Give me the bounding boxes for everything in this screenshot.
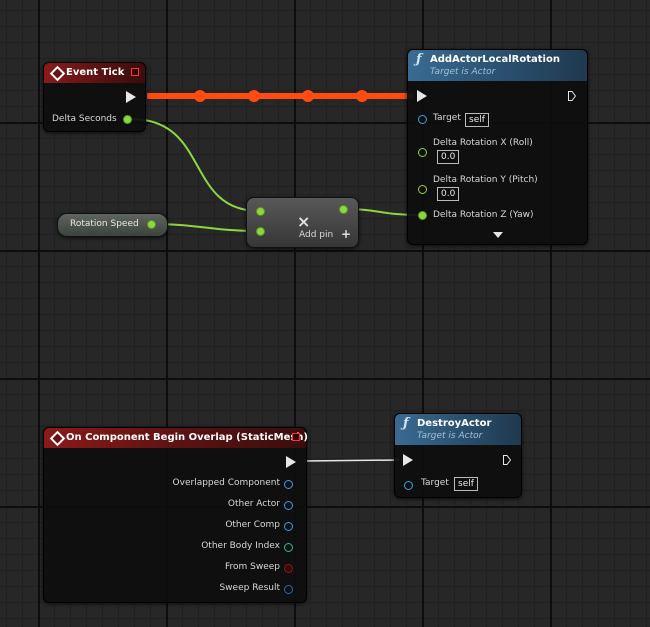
multiply-node[interactable]: × Add pin + (246, 197, 359, 248)
destroy-actor-node[interactable]: ƒ DestroyActor Target is Actor Target se… (394, 413, 522, 498)
exec-out-pin[interactable] (503, 455, 511, 465)
other-body-index-pin[interactable] (284, 543, 293, 552)
event-diamond-icon (49, 430, 66, 447)
destroy-actor-header[interactable]: ƒ DestroyActor Target is Actor (395, 414, 521, 445)
target-label: Target (421, 478, 449, 488)
add-actor-local-rotation-subtitle: Target is Actor (430, 67, 496, 77)
pitch-pin[interactable] (418, 185, 427, 194)
begin-overlap-title: On Component Begin Overlap (StaticMesh) (66, 432, 308, 443)
multiply-output-pin[interactable] (339, 205, 348, 214)
function-f-icon: ƒ (416, 52, 422, 67)
exec-wire-bubble (356, 90, 368, 102)
delegate-square-icon[interactable] (131, 68, 139, 76)
event-tick-header[interactable]: Event Tick (44, 63, 145, 83)
exec-in-pin[interactable] (403, 454, 413, 466)
target-pin[interactable] (404, 481, 413, 490)
other-actor-label: Other Actor (227, 499, 280, 509)
exec-wire-overlap-to-destroy[interactable] (304, 459, 400, 462)
rotation-speed-pin[interactable] (147, 220, 156, 229)
event-tick-title: Event Tick (66, 67, 125, 78)
from-sweep-pin[interactable] (284, 564, 293, 573)
begin-overlap-header[interactable]: On Component Begin Overlap (StaticMesh) (44, 428, 308, 448)
exec-out-pin[interactable] (568, 91, 576, 101)
multiply-symbol: × (297, 212, 311, 231)
exec-out-pin[interactable] (286, 456, 296, 468)
add-pin-label[interactable]: Add pin (299, 230, 333, 240)
yaw-label: Delta Rotation Z (Yaw) (433, 210, 534, 220)
destroy-actor-title: DestroyActor (417, 418, 492, 429)
function-f-icon: ƒ (403, 416, 409, 431)
roll-value-field[interactable]: 0.0 (437, 150, 460, 164)
other-actor-pin[interactable] (284, 501, 293, 510)
delta-seconds-label: Delta Seconds (52, 114, 117, 124)
target-self-field[interactable]: self (465, 113, 489, 127)
target-pin[interactable] (418, 115, 427, 124)
yaw-pin[interactable] (418, 211, 427, 220)
chevron-down-icon[interactable] (493, 232, 503, 239)
add-actor-local-rotation-node[interactable]: ƒ AddActorLocalRotation Target is Actor … (407, 49, 588, 245)
begin-overlap-node[interactable]: On Component Begin Overlap (StaticMesh) … (43, 427, 308, 603)
add-actor-local-rotation-title: AddActorLocalRotation (430, 54, 560, 65)
other-comp-label: Other Comp (225, 520, 280, 530)
pitch-value-field[interactable]: 0.0 (437, 187, 460, 201)
sweep-result-label: Sweep Result (219, 583, 280, 593)
exec-out-pin[interactable] (126, 91, 136, 103)
target-label: Target (433, 113, 461, 123)
other-body-index-label: Other Body Index (201, 541, 280, 551)
sweep-result-pin[interactable] (284, 585, 293, 594)
pitch-label: Delta Rotation Y (Pitch) (433, 175, 538, 185)
multiply-input-a-pin[interactable] (256, 207, 265, 216)
add-pin-plus-icon[interactable]: + (341, 227, 351, 241)
event-tick-node[interactable]: Event Tick Delta Seconds (43, 62, 146, 132)
event-diamond-icon (49, 65, 66, 82)
other-comp-pin[interactable] (284, 522, 293, 531)
multiply-input-b-pin[interactable] (256, 227, 265, 236)
overlapped-component-pin[interactable] (284, 480, 293, 489)
add-actor-local-rotation-header[interactable]: ƒ AddActorLocalRotation Target is Actor (408, 50, 587, 81)
delta-seconds-pin[interactable] (123, 115, 132, 124)
exec-wire-bubble (302, 90, 314, 102)
destroy-actor-subtitle: Target is Actor (417, 431, 483, 441)
delegate-square-icon[interactable] (292, 433, 300, 441)
float-wire-delta-to-multiply[interactable] (130, 118, 259, 212)
overlapped-component-label: Overlapped Component (172, 478, 280, 488)
from-sweep-label: From Sweep (224, 562, 280, 572)
rotation-speed-label: Rotation Speed (70, 219, 139, 229)
exec-wire-bubble (194, 90, 206, 102)
exec-in-pin[interactable] (417, 90, 427, 102)
exec-wire-bubble (248, 90, 260, 102)
target-self-field[interactable]: self (454, 477, 478, 491)
roll-label: Delta Rotation X (Roll) (433, 138, 533, 148)
rotation-speed-variable-node[interactable]: Rotation Speed (57, 213, 168, 237)
roll-pin[interactable] (418, 148, 427, 157)
